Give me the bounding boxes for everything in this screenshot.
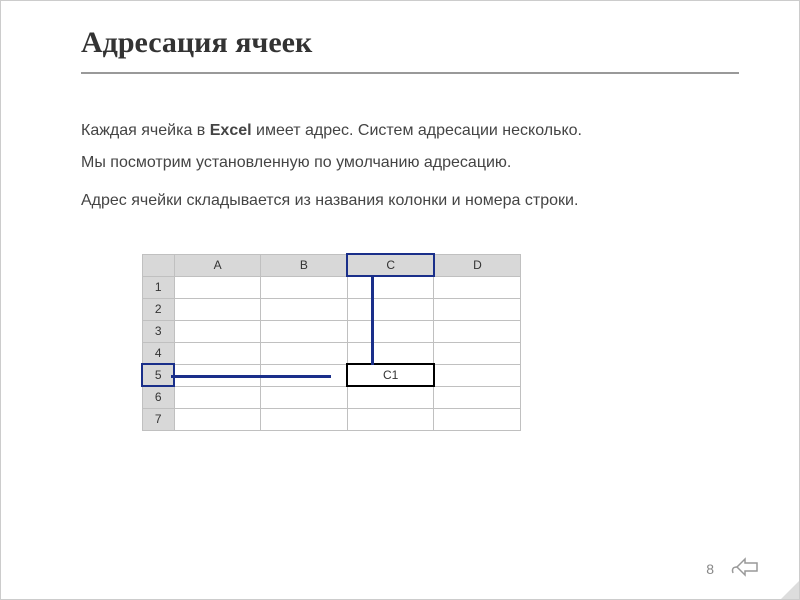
cell bbox=[347, 276, 434, 298]
cell bbox=[347, 342, 434, 364]
cell bbox=[261, 342, 348, 364]
cell bbox=[174, 320, 261, 342]
cell bbox=[174, 276, 261, 298]
cell bbox=[434, 364, 521, 386]
slide-container: Адресация ячеек Каждая ячейка в Excel им… bbox=[0, 0, 800, 600]
row-header-2: 2 bbox=[142, 298, 174, 320]
corner-cell bbox=[142, 254, 174, 276]
cell bbox=[261, 298, 348, 320]
page-corner-fold bbox=[781, 581, 799, 599]
p1-bold: Excel bbox=[210, 122, 252, 139]
cell bbox=[261, 408, 348, 430]
slide-title: Адресация ячеек bbox=[81, 26, 739, 60]
cell bbox=[347, 408, 434, 430]
cell bbox=[174, 408, 261, 430]
row-header-6: 6 bbox=[142, 386, 174, 408]
row-header-1: 1 bbox=[142, 276, 174, 298]
cell bbox=[261, 320, 348, 342]
selected-cell: C1 bbox=[347, 364, 434, 386]
cell bbox=[261, 276, 348, 298]
cell bbox=[434, 276, 521, 298]
connector-horizontal bbox=[171, 375, 331, 378]
col-header-b: B bbox=[261, 254, 348, 276]
paragraph-1: Каждая ячейка в Excel имеет адрес. Систе… bbox=[81, 119, 739, 143]
page-number: 8 bbox=[706, 561, 714, 577]
excel-grid: A B C D 1 2 3 bbox=[141, 253, 521, 431]
col-header-c: C bbox=[347, 254, 434, 276]
cell bbox=[434, 298, 521, 320]
cell bbox=[174, 342, 261, 364]
row-header-7: 7 bbox=[142, 408, 174, 430]
cell bbox=[434, 386, 521, 408]
paragraph-2: Мы посмотрим установленную по умолчанию … bbox=[81, 151, 739, 175]
col-header-a: A bbox=[174, 254, 261, 276]
connector-vertical bbox=[371, 275, 374, 365]
row-header-3: 3 bbox=[142, 320, 174, 342]
cell bbox=[434, 342, 521, 364]
row-header-5: 5 bbox=[142, 364, 174, 386]
cell bbox=[174, 298, 261, 320]
p1-part2: имеет адрес. Систем адресации несколько. bbox=[252, 122, 582, 139]
cell bbox=[347, 298, 434, 320]
cell bbox=[434, 320, 521, 342]
p1-part1: Каждая ячейка в bbox=[81, 122, 210, 139]
back-arrow-icon[interactable] bbox=[729, 555, 759, 579]
cell bbox=[434, 408, 521, 430]
excel-illustration: A B C D 1 2 3 bbox=[141, 253, 521, 431]
cell bbox=[347, 386, 434, 408]
cell bbox=[347, 320, 434, 342]
cell bbox=[261, 386, 348, 408]
paragraph-3: Адрес ячейки складывается из названия ко… bbox=[81, 189, 739, 213]
row-header-4: 4 bbox=[142, 342, 174, 364]
cell bbox=[174, 386, 261, 408]
title-area: Адресация ячеек bbox=[81, 26, 739, 74]
col-header-d: D bbox=[434, 254, 521, 276]
